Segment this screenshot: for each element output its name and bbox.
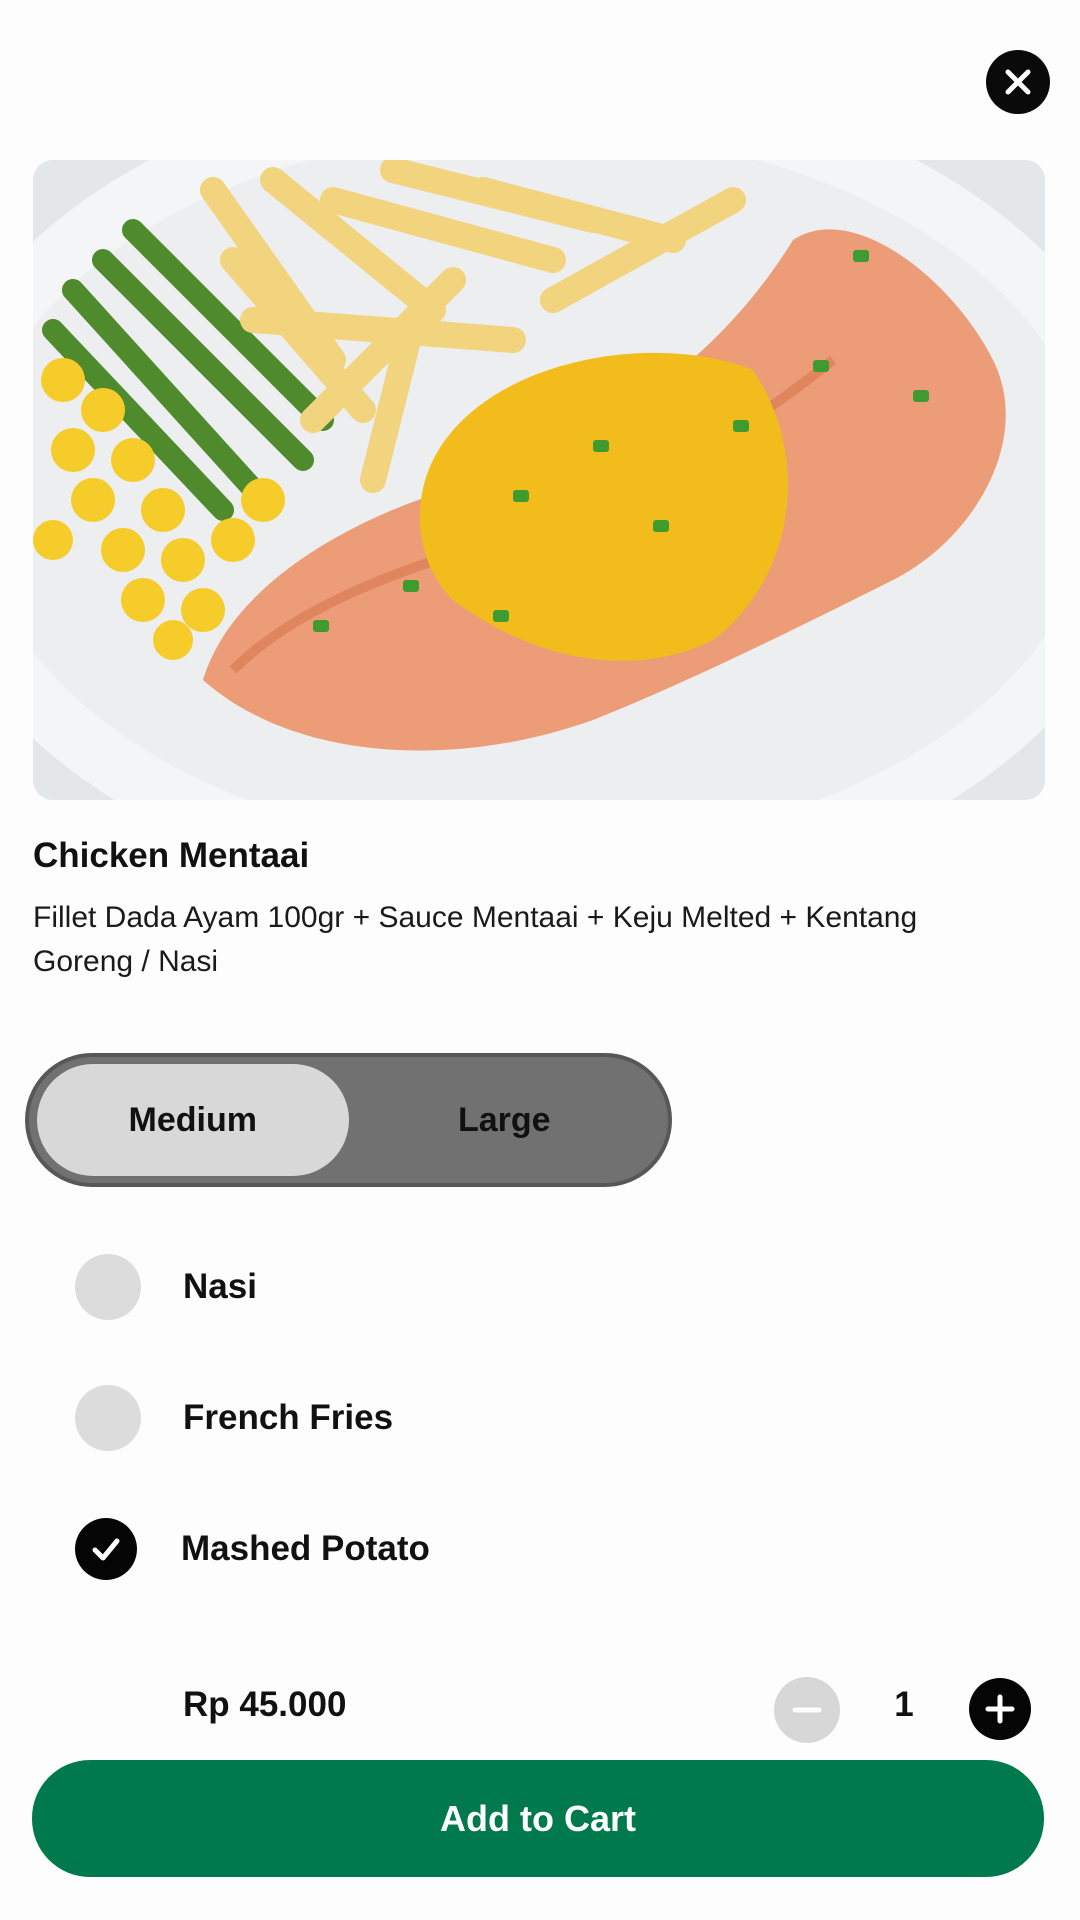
product-description: Fillet Dada Ayam 100gr + Sauce Mentaai +… xyxy=(33,901,918,978)
side-option-nasi[interactable]: Nasi xyxy=(75,1254,257,1320)
plus-icon xyxy=(985,1694,1015,1724)
increase-quantity-button[interactable] xyxy=(969,1678,1031,1740)
product-image xyxy=(33,160,1045,800)
price-label: Rp 45.000 xyxy=(183,1685,347,1724)
side-option-label: French Fries xyxy=(183,1398,394,1437)
add-to-cart-button[interactable]: Add to Cart xyxy=(32,1760,1044,1877)
size-option-medium[interactable]: Medium xyxy=(37,1064,349,1176)
close-button[interactable] xyxy=(986,50,1050,114)
side-option-label: Nasi xyxy=(183,1267,257,1306)
size-option-large[interactable]: Large xyxy=(349,1064,661,1176)
radio-unchecked-icon[interactable] xyxy=(75,1254,141,1320)
product-detail-screen: Chicken Mentaai Fillet Dada Ayam 100gr +… xyxy=(0,0,1080,1920)
food-photo-icon xyxy=(33,160,1045,800)
close-icon xyxy=(1005,69,1031,95)
checkmark-icon[interactable] xyxy=(75,1518,137,1580)
minus-icon xyxy=(792,1707,822,1713)
side-option-mashed-potato[interactable]: Mashed Potato xyxy=(75,1516,430,1582)
decrease-quantity-button[interactable] xyxy=(774,1677,840,1743)
quantity-value: 1 xyxy=(894,1685,914,1724)
side-option-label: Mashed Potato xyxy=(181,1529,430,1568)
size-toggle: Medium Large xyxy=(25,1053,672,1187)
product-title: Chicken Mentaai xyxy=(33,836,310,875)
side-option-french-fries[interactable]: French Fries xyxy=(75,1385,393,1451)
radio-unchecked-icon[interactable] xyxy=(75,1385,141,1451)
